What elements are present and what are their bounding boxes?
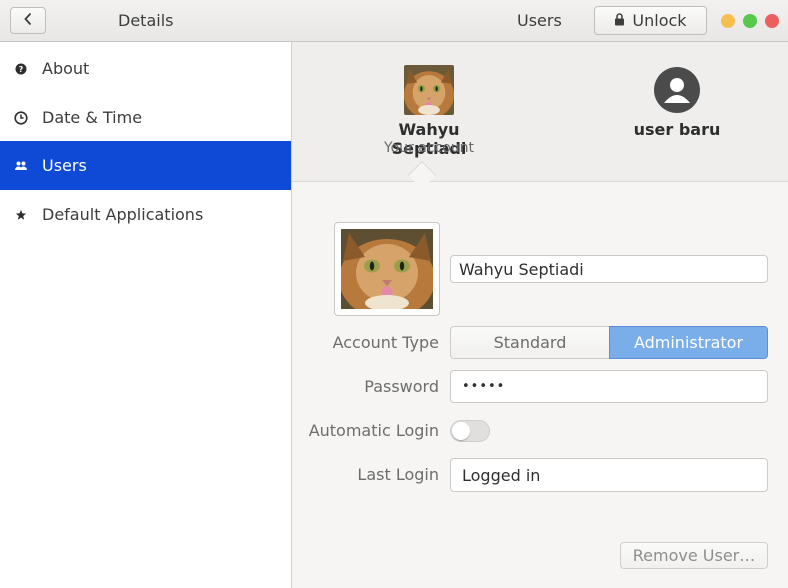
password-label: Password <box>364 377 439 396</box>
account-type-administrator-label: Administrator <box>633 333 744 352</box>
remove-user-button[interactable]: Remove User… <box>620 542 768 569</box>
switch-knob <box>452 422 470 440</box>
minimize-button[interactable] <box>721 14 735 28</box>
sidebar-item-default-applications[interactable]: Default Applications <box>0 190 291 239</box>
password-field[interactable]: ••••• <box>450 370 768 403</box>
close-button[interactable] <box>765 14 779 28</box>
panel-title: Details <box>118 11 174 30</box>
account-avatar-button[interactable] <box>334 222 440 316</box>
chevron-left-icon <box>23 11 33 30</box>
automatic-login-switch[interactable] <box>450 420 490 442</box>
people-icon <box>14 159 28 173</box>
sidebar-item-label: About <box>42 59 90 78</box>
full-name-input[interactable]: Wahyu Septiadi <box>450 255 768 283</box>
help-circle-icon: ? <box>14 62 28 76</box>
sidebar-item-label: Default Applications <box>42 205 204 224</box>
generic-user-icon[interactable] <box>654 67 700 113</box>
star-icon <box>14 208 28 222</box>
last-login-button[interactable]: Logged in <box>450 458 768 492</box>
cat-photo <box>341 229 433 309</box>
remove-user-label: Remove User… <box>632 546 756 565</box>
automatic-login-label: Automatic Login <box>308 421 439 440</box>
sidebar: ? About Date & Time Users Default Applic… <box>0 42 292 588</box>
header-bar: Details Users Unlock <box>0 0 788 42</box>
user-subtitle: Your account <box>383 140 475 156</box>
account-type-standard-button[interactable]: Standard <box>450 326 609 359</box>
lock-icon <box>614 11 625 30</box>
back-button[interactable] <box>10 7 46 34</box>
unlock-label: Unlock <box>632 11 687 30</box>
unlock-button[interactable]: Unlock <box>594 6 707 35</box>
clock-icon <box>14 110 28 125</box>
account-type-label: Account Type <box>332 333 439 352</box>
sidebar-item-label: Date & Time <box>42 108 143 127</box>
last-login-value: Logged in <box>462 465 541 485</box>
page-title: Users <box>517 11 562 30</box>
full-name-value: Wahyu Septiadi <box>459 259 584 279</box>
user-name: user baru <box>633 120 721 139</box>
password-value: ••••• <box>462 379 506 394</box>
last-login-label: Last Login <box>357 465 439 484</box>
sidebar-item-date-time[interactable]: Date & Time <box>0 93 291 142</box>
selection-arrow <box>407 160 437 190</box>
sidebar-item-about[interactable]: ? About <box>0 44 291 93</box>
sidebar-item-label: Users <box>42 156 87 175</box>
sidebar-item-users[interactable]: Users <box>0 141 291 190</box>
maximize-button[interactable] <box>743 14 757 28</box>
account-type-standard-label: Standard <box>493 333 567 352</box>
account-type-administrator-button[interactable]: Administrator <box>609 326 768 359</box>
svg-text:?: ? <box>19 65 24 74</box>
user-avatar-wahyu[interactable] <box>404 65 454 115</box>
user-carousel: Wahyu Septiadi Your account user baru <box>292 42 788 190</box>
